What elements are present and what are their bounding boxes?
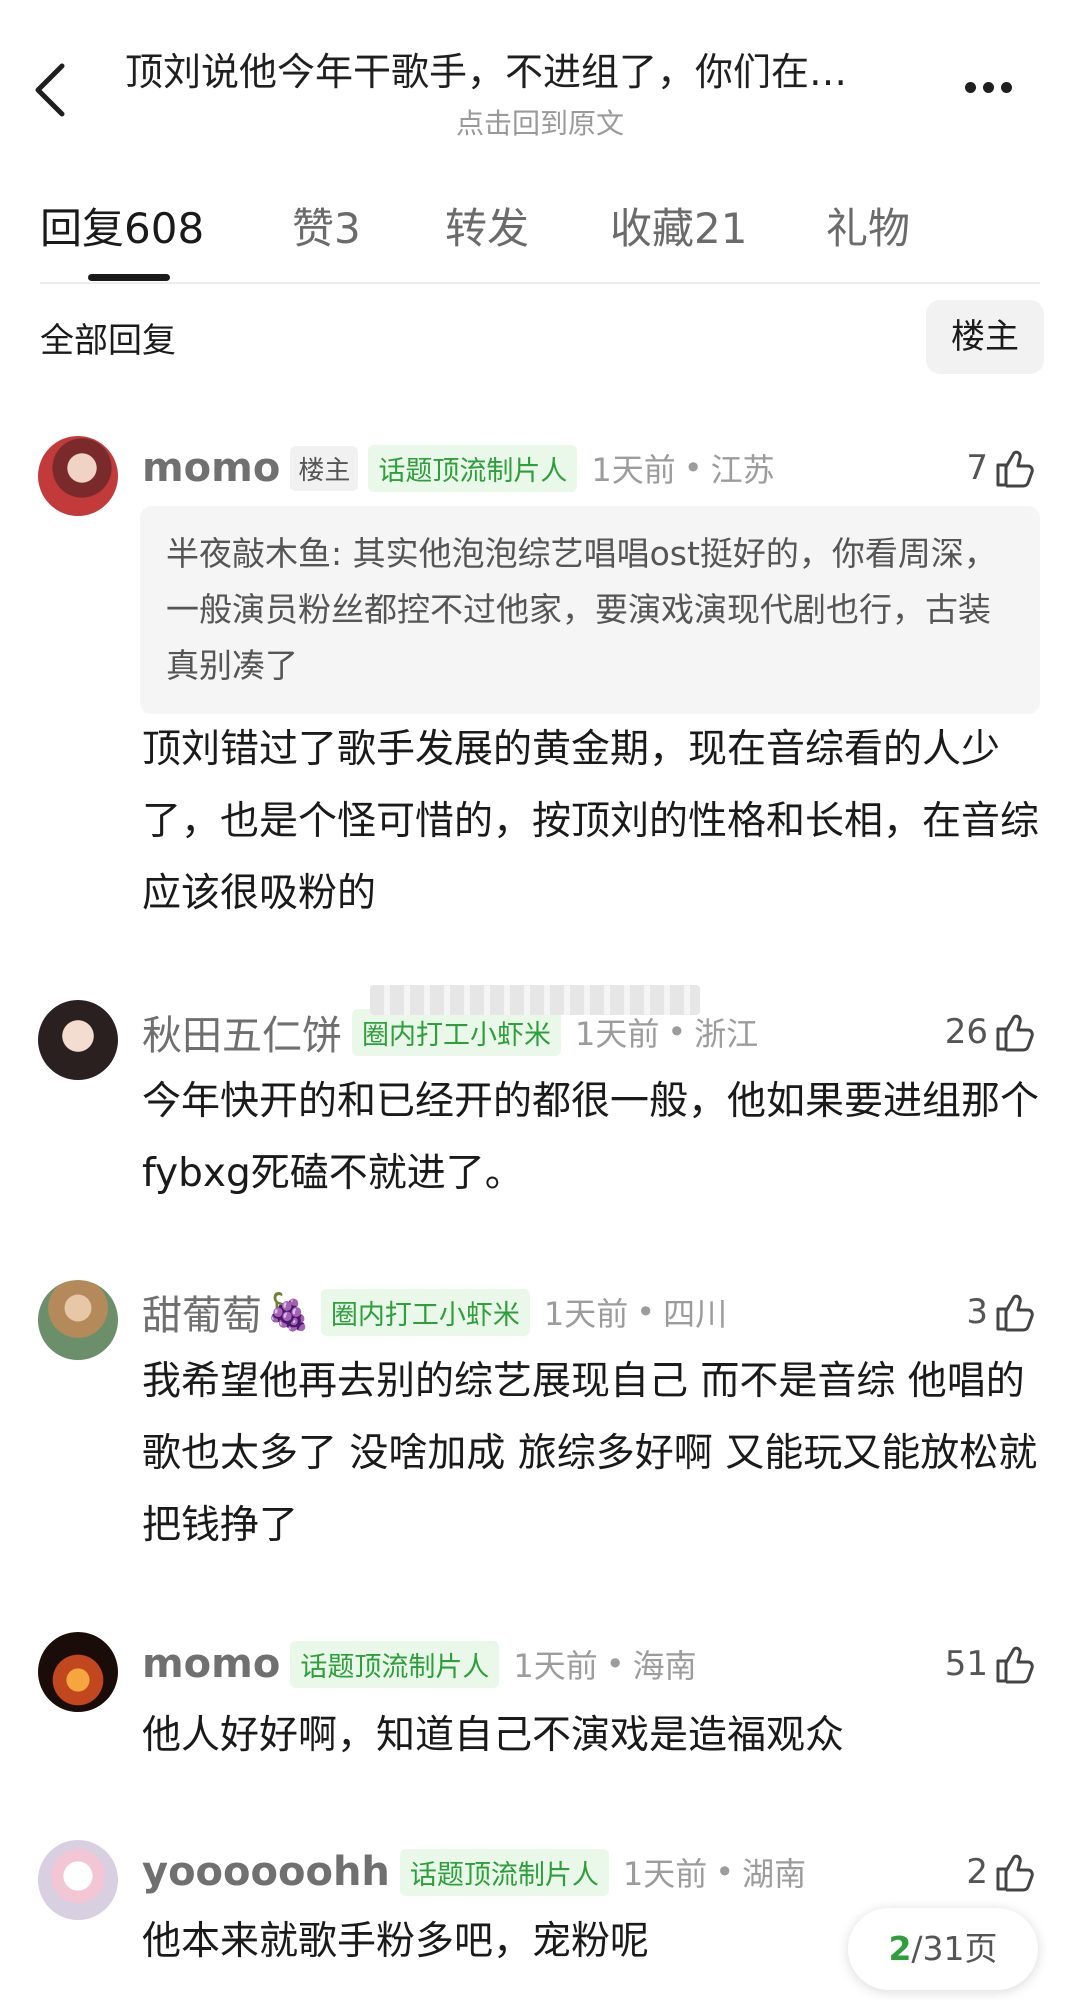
tab-replies[interactable]: 回复608 [40, 195, 204, 256]
all-replies-label: 全部回复 [40, 321, 176, 361]
like-button[interactable]: 7 [966, 440, 1036, 496]
timestamp: 1天前 [591, 451, 676, 489]
location: 海南 [632, 1647, 697, 1685]
dot-separator: • [636, 1293, 656, 1331]
title-badge: 圈内打工小虾米 [352, 1008, 561, 1056]
total-pages: /31页 [911, 1929, 998, 1968]
comment-header: 甜葡萄 🍇 圈内打工小虾米 1天前 • 四川 [142, 1284, 727, 1340]
avatar[interactable] [38, 1280, 118, 1360]
title-badge: 话题顶流制片人 [399, 1848, 609, 1896]
location: 浙江 [694, 1015, 759, 1053]
quoted-reply[interactable]: 半夜敲木鱼: 其实他泡泡综艺唱唱ost挺好的，你看周深，一般演员粉丝都控不过他家… [140, 506, 1040, 714]
tab-bar: 回复608 赞3 转发 收藏21 礼物 [40, 195, 1040, 285]
comment-text[interactable]: 我希望他再去别的综艺展现自己 而不是音综 他唱的歌也太多了 没啥加成 旅综多好啊… [142, 1346, 1042, 1562]
username[interactable]: momo [142, 445, 280, 491]
op-only-button[interactable]: 楼主 [926, 300, 1044, 374]
comment-header: momo 楼主 话题顶流制片人 1天前 • 江苏 [142, 440, 775, 496]
title-badge: 圈内打工小虾米 [320, 1288, 530, 1336]
like-button[interactable]: 51 [945, 1636, 1036, 1692]
username[interactable]: yoooooohh [142, 1849, 390, 1895]
redacted-bar [370, 985, 700, 1015]
timestamp: 1天前 [575, 1015, 660, 1053]
top-bar: 顶刘说他今年干歌手，不进组了，你们在… 点击回到原文 [0, 0, 1080, 150]
avatar[interactable] [38, 1632, 118, 1712]
username[interactable]: 秋田五仁饼 [142, 1003, 342, 1061]
title-badge: 话题顶流制片人 [290, 1640, 500, 1688]
dot-separator: • [715, 1853, 735, 1891]
like-count: 26 [944, 1012, 988, 1052]
like-count: 2 [966, 1852, 988, 1892]
page-indicator[interactable]: 2/31页 [848, 1908, 1038, 1990]
timestamp: 1天前 [513, 1647, 598, 1685]
back-to-post-link[interactable]: 点击回到原文 [0, 102, 1080, 142]
op-badge: 楼主 [290, 445, 359, 491]
divider [40, 282, 1040, 284]
active-tab-indicator [88, 274, 170, 281]
like-button[interactable]: 3 [966, 1284, 1036, 1340]
thumbs-up-icon [996, 1854, 1034, 1892]
thumbs-up-icon [996, 1646, 1034, 1684]
dot-separator: • [605, 1645, 625, 1683]
like-count: 3 [966, 1292, 988, 1332]
dot-separator: • [667, 1013, 687, 1051]
thumbs-up-icon [996, 1014, 1034, 1052]
tab-likes[interactable]: 赞3 [292, 195, 361, 256]
comment-text[interactable]: 今年快开的和已经开的都很一般，他如果要进组那个fybxg死磕不就进了。 [142, 1066, 1042, 1210]
comment-header: yoooooohh 话题顶流制片人 1天前 • 湖南 [142, 1844, 806, 1900]
thumbs-up-icon [996, 450, 1034, 488]
tab-replies-count: 608 [124, 204, 205, 253]
dot-separator: • [683, 449, 703, 487]
avatar[interactable] [38, 1840, 118, 1920]
timestamp: 1天前 [543, 1295, 629, 1333]
username[interactable]: momo [142, 1641, 280, 1687]
tab-gifts[interactable]: 礼物 [826, 195, 910, 256]
location: 江苏 [710, 451, 775, 489]
current-page: 2 [888, 1929, 912, 1968]
location: 四川 [663, 1295, 728, 1333]
avatar[interactable] [38, 1000, 118, 1080]
like-count: 7 [966, 448, 988, 488]
timestamp: 1天前 [622, 1855, 708, 1893]
title-badge: 话题顶流制片人 [368, 444, 578, 492]
tab-favorites[interactable]: 收藏21 [610, 195, 747, 256]
thumbs-up-icon [996, 1294, 1034, 1332]
grapes-icon: 🍇 [266, 1292, 311, 1333]
tab-reposts[interactable]: 转发 [445, 195, 529, 256]
like-button[interactable]: 26 [945, 1004, 1036, 1060]
location: 湖南 [742, 1855, 807, 1893]
like-button[interactable]: 2 [966, 1844, 1036, 1900]
username[interactable]: 甜葡萄 [142, 1283, 262, 1341]
more-dots-icon[interactable] [965, 78, 1025, 102]
like-count: 51 [944, 1644, 988, 1684]
avatar[interactable] [38, 436, 118, 516]
post-title[interactable]: 顶刘说他今年干歌手，不进组了，你们在… [125, 46, 945, 98]
comment-header: momo 话题顶流制片人 1天前 • 海南 [142, 1636, 697, 1692]
comment-text[interactable]: 顶刘错过了歌手发展的黄金期，现在音综看的人少了，也是个怪可惜的，按顶刘的性格和长… [142, 714, 1042, 930]
comment-text[interactable]: 他人好好啊，知道自己不演戏是造福观众 [142, 1700, 1042, 1772]
